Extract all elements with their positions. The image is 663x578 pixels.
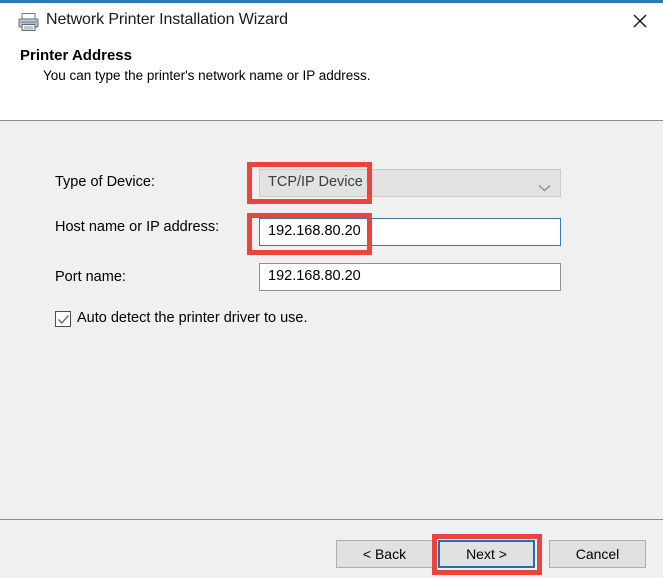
host-address-input[interactable]: 192.168.80.20 <box>259 218 561 246</box>
title-bar: Network Printer Installation Wizard <box>0 3 663 38</box>
port-name-input[interactable]: 192.168.80.20 <box>259 263 561 291</box>
printer-icon <box>18 12 39 32</box>
wizard-window: Network Printer Installation Wizard Prin… <box>0 0 663 578</box>
next-button[interactable]: Next > <box>438 540 535 568</box>
close-button[interactable] <box>617 3 663 38</box>
port-name-label: Port name: <box>55 269 126 285</box>
chevron-down-icon <box>538 179 551 197</box>
auto-detect-label: Auto detect the printer driver to use. <box>77 310 308 326</box>
device-type-label: Type of Device: <box>55 174 155 190</box>
device-type-value: TCP/IP Device <box>268 174 363 190</box>
host-address-label: Host name or IP address: <box>55 219 220 235</box>
device-type-combobox[interactable]: TCP/IP Device <box>259 169 561 197</box>
check-icon <box>57 315 70 325</box>
header-band: Printer Address You can type the printer… <box>0 38 663 120</box>
back-button[interactable]: < Back <box>336 540 433 568</box>
port-name-value: 192.168.80.20 <box>268 268 361 284</box>
close-icon <box>633 14 647 28</box>
window-title: Network Printer Installation Wizard <box>46 11 288 28</box>
auto-detect-checkbox[interactable] <box>55 311 71 327</box>
page-title: Printer Address <box>20 47 132 64</box>
page-subtitle: You can type the printer's network name … <box>43 68 371 83</box>
cancel-button[interactable]: Cancel <box>549 540 646 568</box>
host-address-value: 192.168.80.20 <box>268 223 361 239</box>
